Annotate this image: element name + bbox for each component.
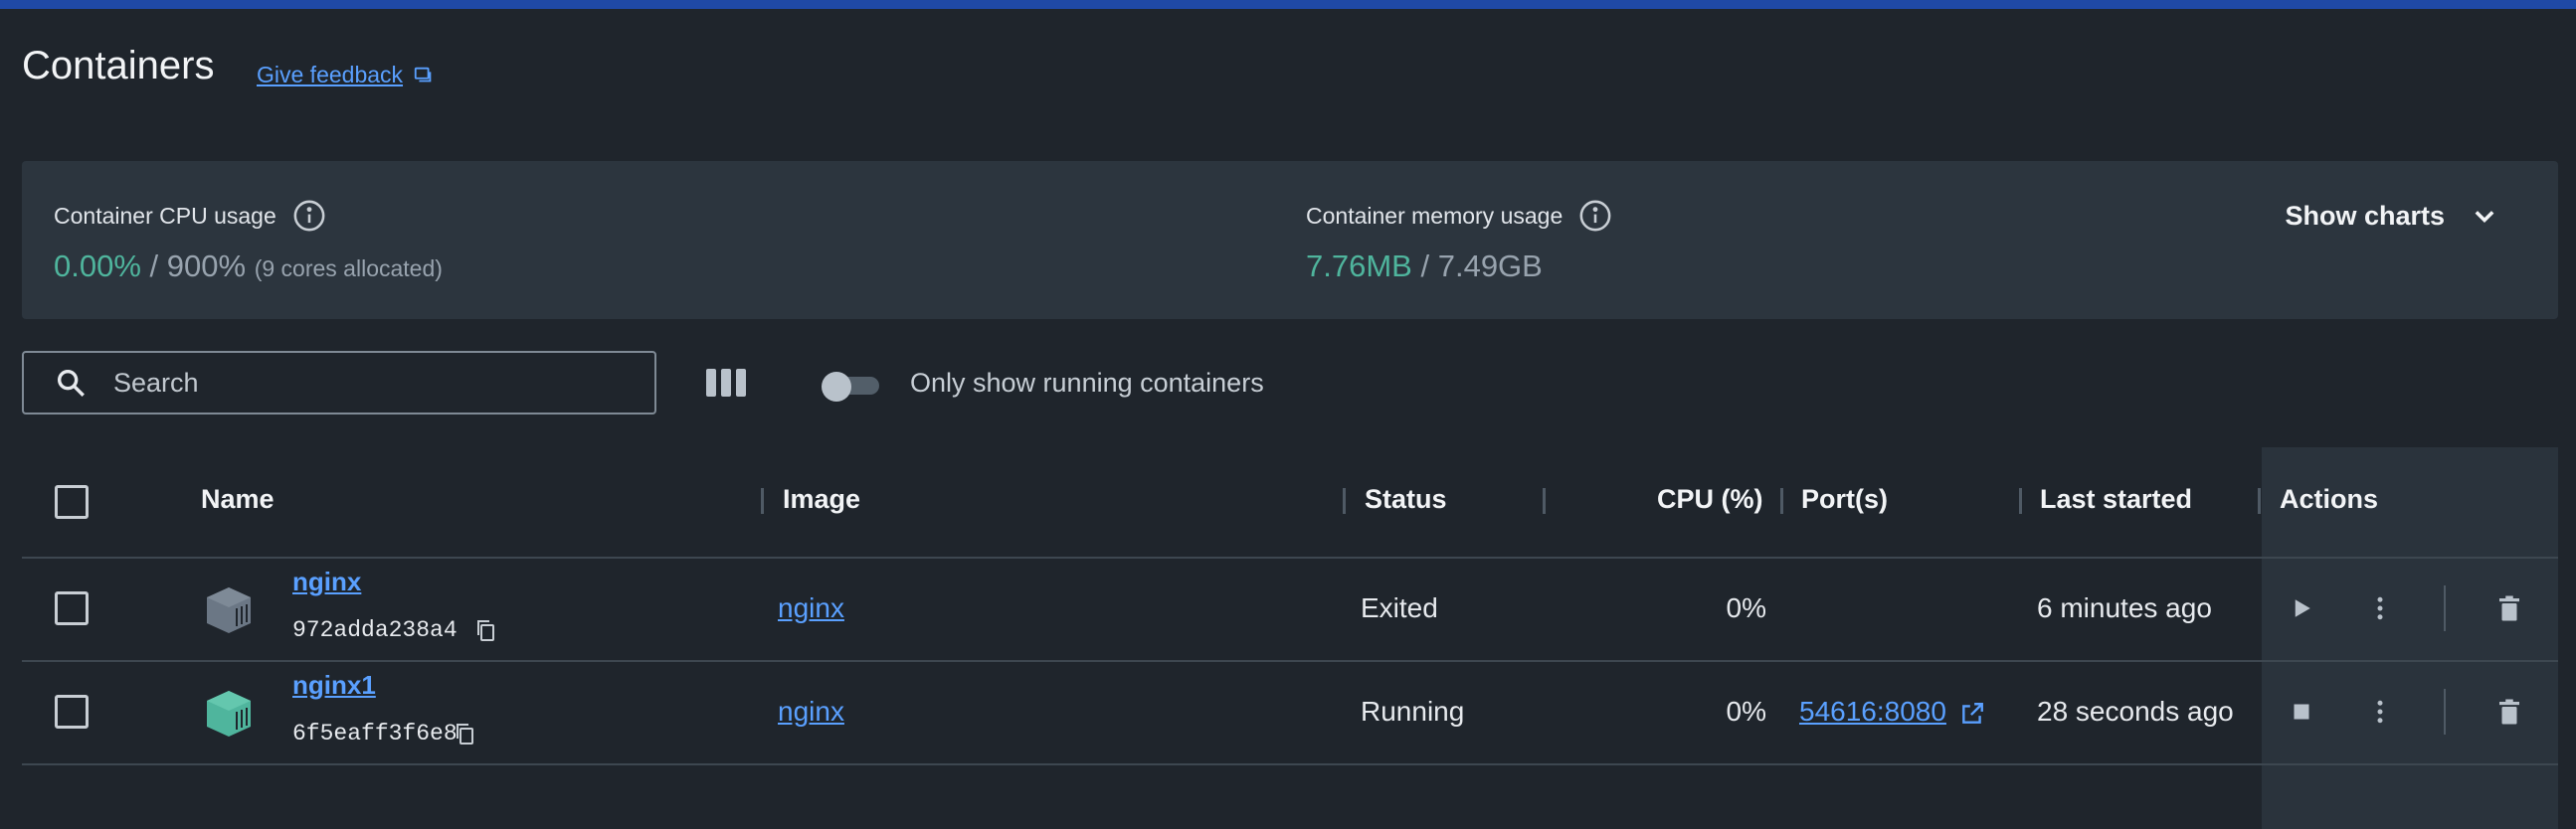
container-id: 6f5eaff3f6e8 [292,721,458,746]
column-separator[interactable] [1343,488,1346,514]
cpu-percent: 0% [1726,696,1766,727]
last-started: 6 minutes ago [2037,592,2212,623]
more-vertical-icon[interactable] [2365,697,2395,727]
memory-separator: / [1420,249,1430,283]
port-link[interactable]: 54616:8080 [1799,696,1946,728]
cpu-used: 0.00% [54,249,141,283]
select-all-checkbox[interactable] [55,485,89,519]
column-settings-icon[interactable] [704,366,748,400]
column-separator[interactable] [1780,488,1783,514]
column-header-last-started[interactable]: Last started [2040,484,2192,515]
external-link-icon[interactable] [1959,701,1985,727]
cpu-usage-label: Container CPU usage [54,202,276,229]
cpu-percent: 0% [1726,592,1766,623]
container-icon [207,587,251,633]
last-started: 28 seconds ago [2037,696,2234,727]
memory-total: 7.49GB [1437,249,1543,283]
stop-icon[interactable] [2287,697,2316,727]
row-checkbox[interactable] [55,695,89,729]
give-feedback-label: Give feedback [257,62,404,87]
memory-used: 7.76MB [1306,249,1412,283]
container-name-link[interactable]: nginx1 [292,670,376,701]
column-separator[interactable] [761,488,764,514]
trash-icon[interactable] [2494,697,2524,727]
info-icon[interactable] [1578,199,1612,233]
column-header-ports[interactable]: Port(s) [1801,484,1888,515]
memory-usage-label-row: Container memory usage [1306,199,1612,233]
column-header-cpu[interactable]: CPU (%) [1657,484,1763,515]
image-link[interactable]: nginx [778,696,844,728]
row-divider [22,660,2558,662]
trash-icon[interactable] [2494,593,2524,623]
more-vertical-icon[interactable] [2365,593,2395,623]
memory-usage-label: Container memory usage [1306,202,1564,229]
action-divider [2444,585,2446,631]
give-feedback-link[interactable]: Give feedback [257,62,435,88]
action-divider [2444,689,2446,735]
row-divider [22,557,2558,559]
column-header-status[interactable]: Status [1365,484,1447,515]
row-divider [22,763,2558,765]
column-header-actions: Actions [2280,484,2379,514]
cpu-separator: / [149,249,159,283]
search-field[interactable] [22,351,656,414]
column-separator[interactable] [2019,488,2022,514]
feedback-icon [414,67,432,82]
cpu-usage-value: 0.00% / 900% (9 cores allocated) [54,249,443,284]
page-title: Containers [22,44,215,87]
container-name-link[interactable]: nginx [292,567,361,597]
copy-icon[interactable] [473,618,497,642]
status-text: Running [1361,696,1465,727]
column-header-name[interactable]: Name [201,484,275,515]
image-link[interactable]: nginx [778,592,844,624]
container-icon [207,691,251,737]
column-separator[interactable] [2258,488,2261,514]
search-input[interactable] [113,367,611,399]
search-icon [57,369,85,397]
status-text: Exited [1361,592,1438,623]
cpu-total: 900% [166,249,247,283]
top-accent-bar [0,0,2576,9]
usage-stats-panel: Container CPU usage 0.00% / 900% (9 core… [22,161,2558,319]
only-running-toggle[interactable] [822,369,881,402]
show-charts-button[interactable]: Show charts [2285,201,2498,232]
show-charts-label: Show charts [2285,201,2445,231]
container-id: 972adda238a4 [292,617,458,643]
toggle-thumb [822,372,851,402]
cpu-cores-note: (9 cores allocated) [254,255,443,281]
row-checkbox[interactable] [55,591,89,625]
only-running-label: Only show running containers [910,368,1264,398]
chevron-down-icon [2475,210,2494,223]
column-header-image[interactable]: Image [783,484,860,515]
copy-icon[interactable] [453,722,476,746]
memory-usage-value: 7.76MB / 7.49GB [1306,249,1543,284]
cpu-usage-label-row: Container CPU usage [54,199,326,233]
play-icon[interactable] [2287,593,2316,623]
info-icon[interactable] [292,199,326,233]
column-separator[interactable] [1543,488,1546,514]
